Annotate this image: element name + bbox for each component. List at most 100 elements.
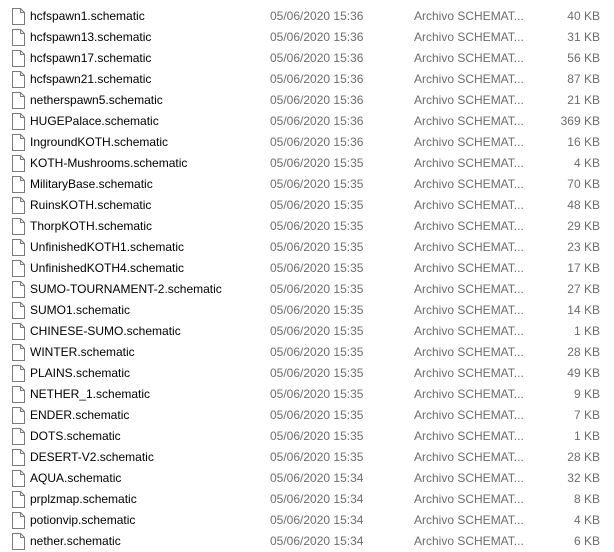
file-type: Archivo SCHEMAT... (414, 51, 524, 65)
file-row[interactable]: NETHER_1.schematic 05/06/2020 15:35 Archiv… (0, 384, 614, 405)
file-name: SUMO-TOURNAMENT-2.schematic (30, 282, 222, 296)
file-icon (11, 50, 26, 67)
file-name: hcfspawn21.schematic (30, 72, 152, 86)
file-type: Archivo SCHEMAT... (414, 93, 524, 107)
file-date: 05/06/2020 15:36 (270, 114, 364, 128)
file-type: Archivo SCHEMAT... (414, 534, 524, 548)
file-row[interactable]: RuinsKOTH.schematic 05/06/2020 15:35 Archi… (0, 195, 614, 216)
file-date: 05/06/2020 15:35 (270, 198, 364, 212)
file-row[interactable]: DESERT-V2.schematic 05/06/2020 15:35 Archi… (0, 447, 614, 468)
file-type: Archivo SCHEMAT... (414, 282, 524, 296)
file-type: Archivo SCHEMAT... (414, 471, 524, 485)
file-name: CHINESE-SUMO.schematic (30, 324, 181, 338)
file-row[interactable]: PLAINS.schematic 05/06/2020 15:35 Archivo … (0, 363, 614, 384)
file-name: DESERT-V2.schematic (30, 450, 154, 464)
file-row[interactable]: hcfspawn1.schematic 05/06/2020 15:36 Archi… (0, 6, 614, 27)
file-row[interactable]: hcfspawn17.schematic 05/06/2020 15:36 Arch… (0, 48, 614, 69)
file-date: 05/06/2020 15:36 (270, 93, 364, 107)
file-icon (11, 470, 26, 487)
file-row[interactable]: SUMO1.schematic 05/06/2020 15:35 Archivo S… (0, 300, 614, 321)
file-icon (11, 512, 26, 529)
file-row[interactable]: netherspawn5.schematic 05/06/2020 15:36 Ar… (0, 90, 614, 111)
file-size: 48 KB (567, 198, 600, 212)
file-date: 05/06/2020 15:36 (270, 30, 364, 44)
file-row[interactable]: UnfinishedKOTH1.schematic 05/06/2020 15:3… (0, 237, 614, 258)
file-type: Archivo SCHEMAT... (414, 9, 524, 23)
file-name: UnfinishedKOTH4.schematic (30, 261, 185, 275)
file-icon (11, 365, 26, 382)
file-icon (11, 176, 26, 193)
file-size: 31 KB (567, 30, 600, 44)
file-row[interactable]: ThorpKOTH.schematic 05/06/2020 15:35 Archi… (0, 216, 614, 237)
file-row[interactable]: hcfspawn13.schematic 05/06/2020 15:36 Arch… (0, 27, 614, 48)
file-name: prplzmap.schematic (30, 492, 137, 506)
file-row[interactable]: nether.schematic 05/06/2020 15:34 Archivo … (0, 531, 614, 552)
file-type: Archivo SCHEMAT... (414, 135, 524, 149)
file-icon (11, 344, 26, 361)
file-row[interactable]: potionvip.schematic 05/06/2020 15:34 Archi… (0, 510, 614, 531)
file-name: UnfinishedKOTH1.schematic (30, 240, 185, 254)
file-type: Archivo SCHEMAT... (414, 30, 524, 44)
file-date: 05/06/2020 15:35 (270, 303, 364, 317)
file-date: 05/06/2020 15:35 (270, 177, 364, 191)
file-size: 6 KB (573, 534, 600, 548)
file-row[interactable]: KOTH-Mushrooms.schematic 05/06/2020 15:35… (0, 153, 614, 174)
file-type: Archivo SCHEMAT... (414, 492, 524, 506)
file-icon (11, 218, 26, 235)
file-type: Archivo SCHEMAT... (414, 324, 524, 338)
file-icon (11, 449, 26, 466)
file-size: 1 KB (573, 429, 600, 443)
file-row[interactable]: AQUA.schematic 05/06/2020 15:34 Archivo SC… (0, 468, 614, 489)
file-size: 70 KB (567, 177, 600, 191)
file-row[interactable]: prplzmap.schematic 05/06/2020 15:34 Archiv… (0, 489, 614, 510)
file-date: 05/06/2020 15:35 (270, 450, 364, 464)
file-icon (11, 323, 26, 340)
file-size: 7 KB (573, 408, 600, 422)
file-row[interactable]: SUMO-TOURNAMENT-2.schematic 05/06/2020 15… (0, 279, 614, 300)
file-type: Archivo SCHEMAT... (414, 198, 524, 212)
file-icon (11, 197, 26, 214)
file-icon (11, 428, 26, 445)
file-date: 05/06/2020 15:35 (270, 240, 364, 254)
file-type: Archivo SCHEMAT... (414, 429, 524, 443)
file-size: 27 KB (567, 282, 600, 296)
file-name: ENDER.schematic (30, 408, 130, 422)
file-icon (11, 29, 26, 46)
file-icon (11, 8, 26, 25)
file-icon (11, 239, 26, 256)
file-icon (11, 92, 26, 109)
file-name: potionvip.schematic (30, 513, 136, 527)
file-date: 05/06/2020 15:36 (270, 135, 364, 149)
file-size: 21 KB (567, 93, 600, 107)
file-size: 23 KB (567, 240, 600, 254)
file-date: 05/06/2020 15:35 (270, 219, 364, 233)
file-name: ThorpKOTH.schematic (30, 219, 153, 233)
file-name: KOTH-Mushrooms.schematic (30, 156, 188, 170)
file-type: Archivo SCHEMAT... (414, 345, 524, 359)
file-name: RuinsKOTH.schematic (30, 198, 152, 212)
file-size: 16 KB (567, 135, 600, 149)
file-row[interactable]: ENDER.schematic 05/06/2020 15:35 Archivo S… (0, 405, 614, 426)
file-row[interactable]: HUGEPalace.schematic 05/06/2020 15:36 Arch… (0, 111, 614, 132)
file-icon (11, 302, 26, 319)
file-row[interactable]: IngroundKOTH.schematic 05/06/2020 15:36 Ar… (0, 132, 614, 153)
file-row[interactable]: DOTS.schematic 05/06/2020 15:35 Archivo SC… (0, 426, 614, 447)
file-size: 17 KB (567, 261, 600, 275)
file-name: hcfspawn13.schematic (30, 30, 152, 44)
file-row[interactable]: UnfinishedKOTH4.schematic 05/06/2020 15:3… (0, 258, 614, 279)
file-name: SUMO1.schematic (30, 303, 131, 317)
file-icon (11, 281, 26, 298)
file-date: 05/06/2020 15:35 (270, 156, 364, 170)
file-type: Archivo SCHEMAT... (414, 219, 524, 233)
file-list: hcfspawn1.schematic 05/06/2020 15:36 Archi… (0, 0, 614, 552)
file-date: 05/06/2020 15:35 (270, 366, 364, 380)
file-name: AQUA.schematic (30, 471, 122, 485)
file-row[interactable]: hcfspawn21.schematic 05/06/2020 15:36 Arch… (0, 69, 614, 90)
file-row[interactable]: MilitaryBase.schematic 05/06/2020 15:35 Ar… (0, 174, 614, 195)
file-name: MilitaryBase.schematic (30, 177, 153, 191)
file-row[interactable]: CHINESE-SUMO.schematic 05/06/2020 15:35 Ar… (0, 321, 614, 342)
file-size: 4 KB (573, 513, 600, 527)
file-size: 369 KB (560, 114, 600, 128)
file-size: 1 KB (573, 324, 600, 338)
file-row[interactable]: WINTER.schematic 05/06/2020 15:35 Archivo … (0, 342, 614, 363)
